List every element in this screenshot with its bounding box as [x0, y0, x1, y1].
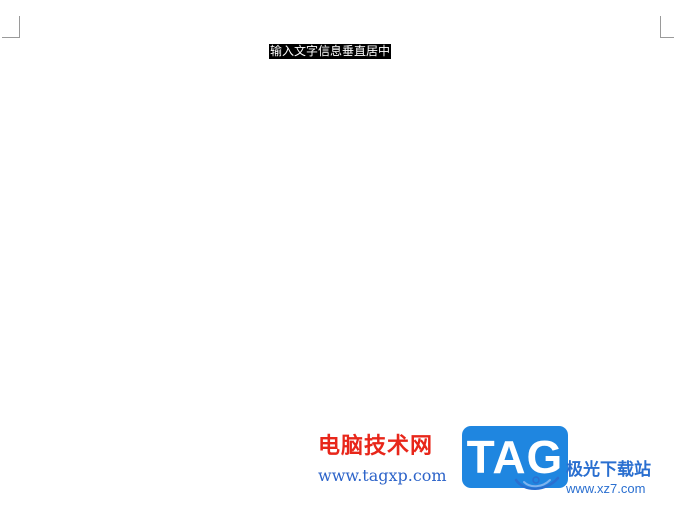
- watermark-url: www.tagxp.com: [318, 466, 447, 485]
- selected-document-text[interactable]: 输入文字信息垂直居中: [269, 44, 392, 59]
- watermark-site-url: www.xz7.com: [566, 481, 646, 496]
- watermark-title: 电脑技术网: [318, 434, 434, 459]
- watermark-site-name: 极光下载站: [566, 460, 651, 480]
- top-left-crop-mark: [2, 16, 20, 38]
- top-right-crop-mark: [660, 16, 674, 38]
- swirl-logo-icon: [514, 476, 560, 490]
- document-page: 输入文字信息垂直居中 电脑技术网 www.tagxp.com TAG 极光下载站…: [0, 0, 674, 505]
